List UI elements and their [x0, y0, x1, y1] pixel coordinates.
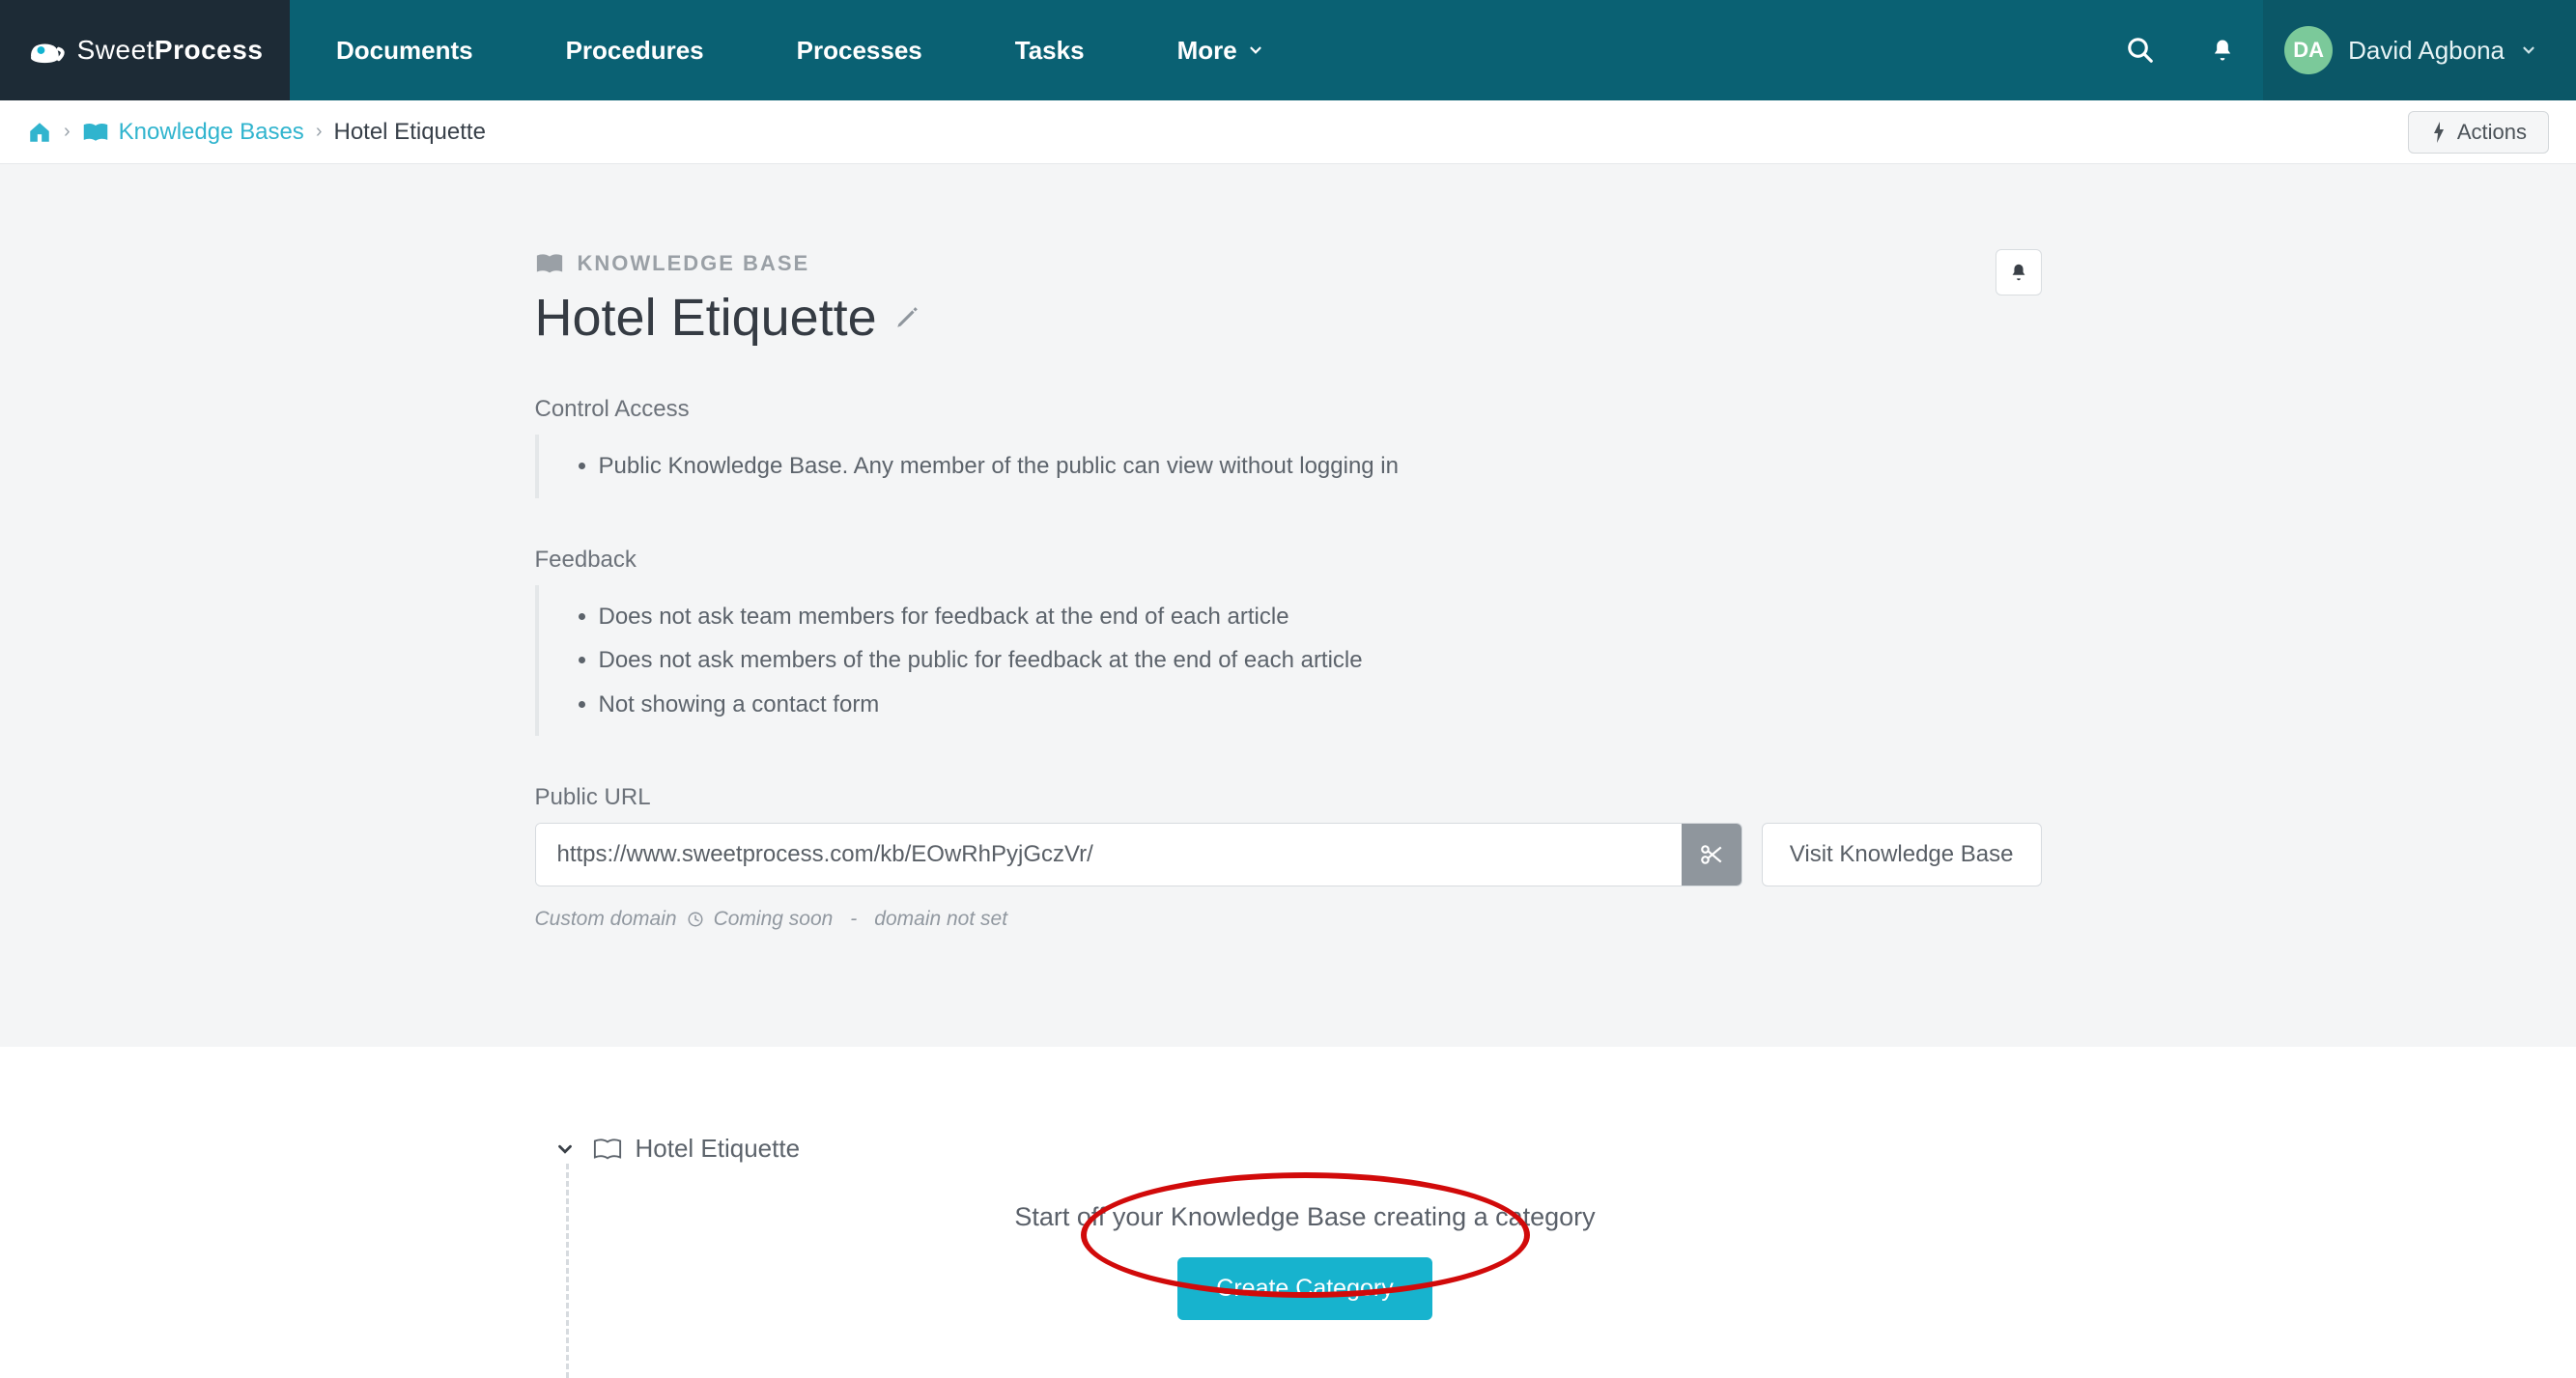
search-button[interactable] — [2099, 0, 2182, 100]
notifications-button[interactable] — [2182, 0, 2263, 100]
lightning-icon — [2430, 121, 2448, 144]
user-menu[interactable]: DA David Agbona — [2263, 0, 2576, 100]
chevron-down-icon — [1247, 42, 1264, 59]
nav-more[interactable]: More — [1131, 0, 1311, 100]
nav-documents[interactable]: Documents — [290, 0, 520, 100]
brand-logo[interactable]: SweetProcess — [0, 0, 290, 100]
control-access-block: Public Knowledge Base. Any member of the… — [535, 435, 2042, 498]
actions-button[interactable]: Actions — [2408, 111, 2549, 154]
scissors-icon — [1699, 842, 1724, 867]
book-outline-icon — [593, 1138, 622, 1161]
control-access-label: Control Access — [535, 396, 2042, 423]
page-title: Hotel Etiquette — [535, 288, 877, 348]
pencil-icon — [894, 305, 920, 330]
breadcrumb-separator: › — [316, 121, 323, 143]
chevron-down-icon — [2520, 42, 2537, 59]
chevron-down-icon — [554, 1139, 576, 1160]
feedback-item: Does not ask members of the public for f… — [599, 638, 2042, 683]
book-open-icon — [535, 252, 564, 275]
subscribe-bell-button[interactable] — [1996, 249, 2042, 295]
section-eyebrow: KNOWLEDGE BASE — [535, 251, 2042, 276]
tree-root-label[interactable]: Hotel Etiquette — [593, 1134, 801, 1164]
create-category-button[interactable]: Create Category — [1177, 1257, 1431, 1320]
breadcrumb-bar: › Knowledge Bases › Hotel Etiquette Acti… — [0, 100, 2576, 164]
bell-icon — [2209, 37, 2236, 64]
breadcrumb-separator: › — [64, 121, 71, 143]
visit-knowledge-base-button[interactable]: Visit Knowledge Base — [1762, 823, 2042, 886]
copy-url-button[interactable] — [1682, 824, 1741, 886]
breadcrumb-knowledge-bases[interactable]: Knowledge Bases — [82, 119, 304, 146]
breadcrumb-home[interactable] — [27, 120, 52, 145]
custom-domain-note: Custom domain Coming soon - domain not s… — [535, 908, 2042, 931]
nav-links: Documents Procedures Processes Tasks Mor… — [290, 0, 1311, 100]
search-icon — [2126, 36, 2155, 65]
edit-title-button[interactable] — [894, 305, 920, 330]
nav-tasks[interactable]: Tasks — [969, 0, 1131, 100]
clock-icon — [687, 911, 704, 928]
home-icon — [27, 120, 52, 145]
avatar: DA — [2284, 26, 2333, 74]
coffee-cup-icon — [27, 30, 68, 70]
nav-procedures[interactable]: Procedures — [520, 0, 750, 100]
empty-state-message: Start off your Knowledge Base creating a… — [569, 1202, 2042, 1232]
brand-text: SweetProcess — [77, 35, 264, 66]
nav-processes[interactable]: Processes — [750, 0, 969, 100]
tree-collapse-toggle[interactable] — [554, 1139, 576, 1160]
feedback-item: Does not ask team members for feedback a… — [599, 595, 2042, 639]
top-nav: SweetProcess Documents Procedures Proces… — [0, 0, 2576, 100]
book-open-icon — [82, 122, 109, 143]
feedback-item: Not showing a contact form — [599, 683, 2042, 727]
feedback-label: Feedback — [535, 547, 2042, 574]
user-name-label: David Agbona — [2348, 36, 2505, 66]
feedback-block: Does not ask team members for feedback a… — [535, 585, 2042, 737]
bell-icon — [2008, 262, 2029, 283]
breadcrumb-current: Hotel Etiquette — [333, 119, 485, 146]
access-item: Public Knowledge Base. Any member of the… — [599, 444, 2042, 489]
public-url-input[interactable] — [536, 824, 1682, 886]
public-url-label: Public URL — [535, 784, 2042, 811]
